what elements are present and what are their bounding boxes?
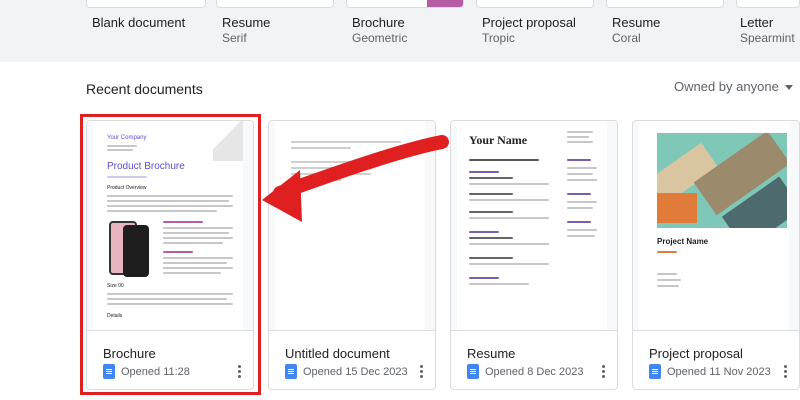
preview-resume-name: Your Name [469, 133, 528, 147]
owner-filter-label: Owned by anyone [674, 79, 779, 94]
template-thumb-brochure[interactable] [346, 0, 464, 8]
document-preview [269, 121, 435, 331]
template-subtitle-project-proposal: Tropic [482, 31, 515, 45]
preview-project-name: Project Name [657, 237, 709, 246]
template-subtitle-resume-coral: Coral [612, 31, 641, 45]
resume-page: Your Name [457, 121, 607, 330]
recent-documents-heading: Recent documents [86, 81, 203, 97]
more-options-icon[interactable] [419, 364, 423, 380]
geometric-cover-art [657, 133, 787, 228]
document-opened-date: Opened 15 Dec 2023 [303, 365, 408, 378]
more-options-icon[interactable] [783, 364, 787, 380]
template-subtitle-letter: Spearmint [740, 31, 795, 45]
more-options-icon[interactable] [601, 364, 605, 380]
document-preview: Project Name [633, 121, 799, 331]
document-opened-date: Opened 8 Dec 2023 [485, 365, 584, 378]
template-name-resume[interactable]: Resume [222, 15, 270, 30]
brochure-accent [427, 0, 463, 7]
template-name-resume-coral[interactable]: Resume [612, 15, 660, 30]
template-subtitle-brochure: Geometric [352, 31, 408, 45]
untitled-page [275, 121, 425, 330]
docs-file-icon [285, 364, 297, 379]
docs-file-icon [467, 364, 479, 379]
document-opened-date: Opened 11 Nov 2023 [667, 365, 771, 378]
template-name-letter[interactable]: Letter [740, 15, 773, 30]
document-meta: Opened 8 Dec 2023 [467, 364, 583, 379]
document-card-resume[interactable]: Your Name Resume Opened 8 Dec 2023 [450, 120, 618, 390]
owner-filter-dropdown[interactable]: Owned by anyone [674, 79, 793, 94]
template-thumb-blank[interactable] [86, 0, 206, 8]
document-title: Resume [467, 346, 516, 361]
document-preview: Your Name [451, 121, 617, 331]
document-title: Project proposal [649, 346, 743, 361]
template-name-blank[interactable]: Blank document [92, 15, 185, 30]
document-card-untitled[interactable]: Untitled document Opened 15 Dec 2023 [268, 120, 436, 390]
highlight-box [80, 114, 261, 395]
template-gallery: Blank document Resume Serif Brochure Geo… [0, 0, 800, 62]
proposal-page: Project Name [639, 121, 789, 330]
template-subtitle-resume: Serif [222, 31, 247, 45]
document-meta: Opened 11 Nov 2023 [649, 364, 771, 379]
template-thumb-resume-serif[interactable] [216, 0, 334, 8]
template-thumb-project-proposal[interactable] [476, 0, 594, 8]
template-name-project-proposal[interactable]: Project proposal [482, 15, 576, 30]
document-card-project-proposal[interactable]: Project Name Project proposal Opened 11 … [632, 120, 800, 390]
document-title: Untitled document [285, 346, 390, 361]
document-meta: Opened 15 Dec 2023 [285, 364, 408, 379]
template-name-brochure[interactable]: Brochure [352, 15, 405, 30]
template-thumb-letter[interactable] [736, 0, 800, 8]
docs-file-icon [649, 364, 661, 379]
chevron-down-icon [784, 85, 793, 90]
template-thumb-resume-coral[interactable] [606, 0, 724, 8]
